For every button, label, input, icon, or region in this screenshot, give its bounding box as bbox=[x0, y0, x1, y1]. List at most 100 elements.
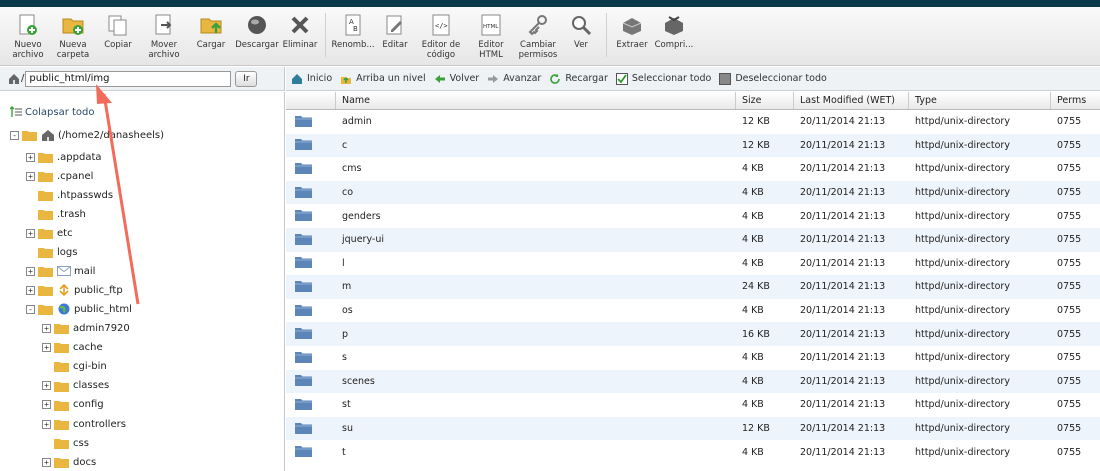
rename-button[interactable]: AB Renomb... bbox=[331, 7, 375, 65]
extract-button[interactable]: Extraer bbox=[612, 7, 652, 65]
new-folder-button[interactable]: Nueva carpeta bbox=[50, 7, 96, 65]
tree-root[interactable]: - (/home2/danasheels) bbox=[10, 126, 164, 144]
tree-node[interactable]: .htpasswds bbox=[26, 186, 113, 204]
name-cell[interactable]: m bbox=[336, 281, 736, 292]
compress-button[interactable]: Compri... bbox=[652, 7, 696, 65]
tree-node[interactable]: + cache bbox=[42, 338, 103, 356]
expand-toggle-icon[interactable]: + bbox=[42, 323, 51, 333]
table-row[interactable]: scenes 4 KB 20/11/2014 21:13 httpd/unix-dir… bbox=[286, 369, 1100, 394]
table-row[interactable]: st 4 KB 20/11/2014 21:13 httpd/unix-directo… bbox=[286, 393, 1100, 417]
tree-node[interactable]: cgi-bin bbox=[42, 357, 107, 375]
perms-cell: 0755 bbox=[1057, 328, 1082, 340]
html-editor-button[interactable]: HTML Editor HTML bbox=[467, 7, 515, 65]
move-file-button[interactable]: Mover archivo bbox=[140, 7, 188, 65]
name-cell[interactable]: jquery-ui bbox=[336, 234, 736, 245]
tree-node[interactable]: .trash bbox=[26, 205, 86, 223]
name-cell[interactable]: cms bbox=[336, 163, 736, 174]
tree-node[interactable]: + .cpanel bbox=[26, 167, 93, 185]
tree-node[interactable]: + etc bbox=[26, 224, 73, 242]
edit-button[interactable]: Editar bbox=[375, 7, 415, 65]
name-cell[interactable]: l bbox=[336, 258, 736, 269]
back-button[interactable]: Volver bbox=[434, 73, 479, 85]
table-row[interactable]: co 4 KB 20/11/2014 21:13 httpd/unix-directo… bbox=[286, 180, 1100, 205]
collapse-toggle-icon[interactable]: - bbox=[10, 130, 19, 140]
table-row[interactable]: os 4 KB 20/11/2014 21:13 httpd/unix-directo… bbox=[286, 299, 1100, 323]
table-row[interactable]: p 16 KB 20/11/2014 21:13 httpd/unix-directo… bbox=[286, 322, 1100, 346]
table-row[interactable]: jquery-ui 4 KB 20/11/2014 21:13 httpd/unix-… bbox=[286, 227, 1100, 252]
up-level-label: Arriba un nivel bbox=[356, 73, 426, 84]
select-all-button[interactable]: Seleccionar todo bbox=[615, 72, 711, 85]
expand-toggle-icon[interactable]: + bbox=[26, 285, 35, 295]
new-file-button[interactable]: Nuevo archivo bbox=[6, 7, 50, 65]
modified-column-header[interactable]: Last Modified (WET) bbox=[794, 92, 909, 109]
tree-node[interactable]: + config bbox=[42, 396, 104, 414]
html-editor-label: Editor HTML bbox=[478, 40, 504, 60]
expand-toggle-icon[interactable]: + bbox=[42, 400, 51, 410]
tree-node[interactable]: + controllers bbox=[42, 415, 126, 433]
size-cell: 4 KB bbox=[742, 210, 764, 222]
size-cell: 4 KB bbox=[742, 352, 764, 364]
name-cell[interactable]: p bbox=[336, 329, 736, 340]
expand-toggle-icon[interactable]: + bbox=[42, 419, 51, 429]
tree-node[interactable]: + docs bbox=[42, 453, 96, 471]
table-row[interactable]: t 4 KB 20/11/2014 21:13 httpd/unix-director… bbox=[286, 440, 1100, 464]
delete-button[interactable]: Eliminar bbox=[280, 7, 320, 65]
forward-button[interactable]: Avanzar bbox=[487, 73, 541, 85]
type-column-header[interactable]: Type bbox=[909, 92, 1051, 109]
name-cell[interactable]: os bbox=[336, 305, 736, 316]
name-cell[interactable]: t bbox=[336, 447, 736, 458]
path-input[interactable] bbox=[25, 70, 232, 87]
code-editor-button[interactable]: </> Editor de código bbox=[415, 7, 467, 65]
home-icon[interactable] bbox=[8, 73, 20, 85]
tree-node[interactable]: - public_html bbox=[26, 300, 132, 318]
name-cell[interactable]: c bbox=[336, 140, 736, 151]
table-row[interactable]: s 4 KB 20/11/2014 21:13 httpd/unix-director… bbox=[286, 346, 1100, 370]
copy-button[interactable]: Copiar bbox=[96, 7, 140, 65]
table-row[interactable]: m 24 KB 20/11/2014 21:13 httpd/unix-directo… bbox=[286, 275, 1100, 299]
expand-toggle-icon[interactable]: + bbox=[42, 457, 51, 467]
tree-node[interactable]: + admin7920 bbox=[42, 319, 130, 337]
table-row[interactable]: genders 4 KB 20/11/2014 21:13 httpd/unix-di… bbox=[286, 204, 1100, 228]
permissions-button[interactable]: Cambiar permisos bbox=[515, 7, 561, 65]
reload-button[interactable]: Recargar bbox=[549, 73, 608, 85]
table-row[interactable]: l 4 KB 20/11/2014 21:13 httpd/unix-director… bbox=[286, 252, 1100, 276]
name-column-header[interactable]: Name bbox=[336, 92, 736, 109]
up-level-icon bbox=[341, 76, 352, 84]
up-level-button[interactable]: Arriba un nivel bbox=[340, 73, 426, 85]
name-cell[interactable]: su bbox=[336, 423, 736, 434]
expand-toggle-icon[interactable]: - bbox=[26, 304, 35, 314]
name-cell[interactable]: genders bbox=[336, 211, 736, 222]
perms-cell: 0755 bbox=[1057, 116, 1082, 128]
table-row[interactable]: c 12 KB 20/11/2014 21:13 httpd/unix-directo… bbox=[286, 133, 1100, 158]
go-button[interactable]: Ir bbox=[235, 70, 258, 87]
tree-node[interactable]: + classes bbox=[42, 377, 109, 395]
upload-button[interactable]: Cargar bbox=[188, 7, 234, 65]
download-button[interactable]: Descargar bbox=[234, 7, 280, 65]
expand-toggle-icon[interactable]: + bbox=[26, 152, 35, 162]
name-cell[interactable]: st bbox=[336, 399, 736, 410]
table-row[interactable]: admin 12 KB 20/11/2014 21:13 httpd/unix-dir… bbox=[286, 110, 1100, 134]
view-button[interactable]: Ver bbox=[561, 7, 601, 65]
expand-toggle-icon[interactable]: + bbox=[26, 266, 35, 276]
expand-toggle-icon[interactable]: + bbox=[26, 171, 35, 181]
tree-node[interactable]: logs bbox=[26, 243, 77, 261]
table-row[interactable]: su 12 KB 20/11/2014 21:13 httpd/unix-direct… bbox=[286, 416, 1100, 441]
tree-node[interactable]: + public_ftp bbox=[26, 281, 123, 299]
name-cell[interactable]: co bbox=[336, 187, 736, 198]
home-nav-button[interactable]: Inicio bbox=[291, 73, 332, 85]
expand-toggle-icon[interactable]: + bbox=[42, 342, 51, 352]
table-row[interactable]: cms 4 KB 20/11/2014 21:13 httpd/unix-direct… bbox=[286, 157, 1100, 181]
tree-node[interactable]: + .appdata bbox=[26, 148, 102, 166]
perms-column-header[interactable]: Perms bbox=[1051, 92, 1100, 109]
tree-node[interactable]: css bbox=[42, 434, 89, 452]
collapse-all-button[interactable]: Colapsar todo bbox=[10, 106, 95, 118]
svg-text:</>: </> bbox=[435, 22, 448, 30]
size-column-header[interactable]: Size bbox=[736, 92, 794, 109]
name-cell[interactable]: admin bbox=[336, 116, 736, 127]
name-cell[interactable]: scenes bbox=[336, 376, 736, 387]
deselect-all-button[interactable]: Deseleccionar todo bbox=[719, 72, 827, 85]
name-cell[interactable]: s bbox=[336, 352, 736, 363]
expand-toggle-icon[interactable]: + bbox=[26, 228, 35, 238]
expand-toggle-icon[interactable]: + bbox=[42, 381, 51, 391]
tree-node[interactable]: + mail bbox=[26, 262, 95, 280]
